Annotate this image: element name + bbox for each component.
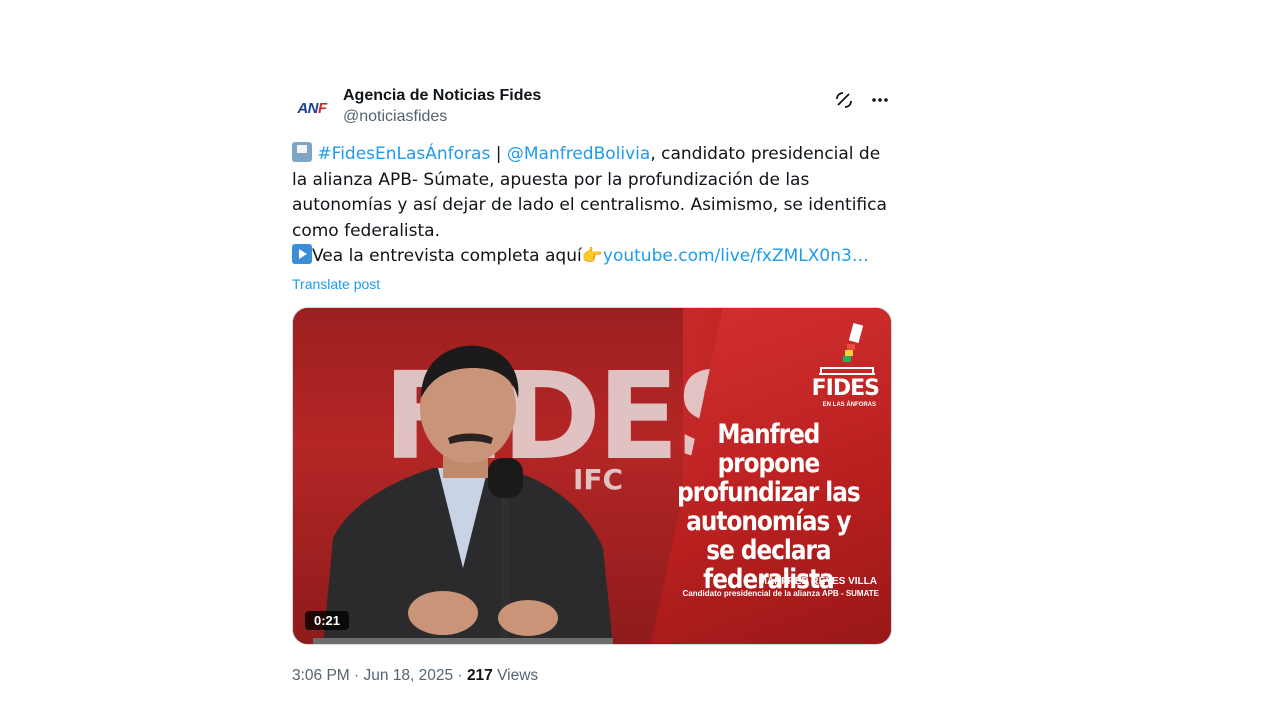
meta-separator: · (349, 666, 364, 684)
tweet: ANF Agencia de Noticias Fides @noticiasf… (292, 84, 892, 685)
post-date[interactable]: Jun 18, 2025 (364, 667, 454, 684)
author-names: Agencia de Noticias Fides @noticiasfides (343, 86, 541, 128)
video-media[interactable]: FIDES IFC FIDES EN LAS ÁNFORAS Manfred p… (292, 306, 892, 645)
post-time[interactable]: 3:06 PM (292, 667, 350, 684)
speaker-figure (313, 345, 613, 644)
mention-link[interactable]: @ManfredBolivia (507, 144, 650, 164)
avatar-logo: ANF (297, 99, 327, 117)
pointing-hand-emoji-icon: 👉 (581, 246, 603, 266)
video-left-scene: FIDES IFC (293, 307, 762, 644)
caption-role: Candidato presidencial de la alianza APB… (682, 588, 879, 598)
handle[interactable]: @noticiasfides (343, 106, 541, 128)
play-button-emoji-icon (292, 244, 312, 264)
header-actions (832, 88, 892, 112)
translate-post-link[interactable]: Translate post (292, 276, 380, 292)
video-headline: Manfred propone profundizar las autonomí… (677, 418, 860, 595)
tweet-header: ANF Agencia de Noticias Fides @noticiasf… (292, 84, 892, 130)
youtube-link[interactable]: youtube.com/live/fxZMLX0n3… (603, 246, 869, 266)
meta-separator: · (453, 666, 467, 684)
interview-text: Vea la entrevista completa aquí (312, 246, 582, 266)
more-icon[interactable] (868, 88, 892, 112)
fides-logo-word: FIDES (811, 375, 880, 401)
separator: | (490, 144, 507, 164)
ballot-box-emoji-icon (292, 142, 312, 162)
display-name[interactable]: Agencia de Noticias Fides (343, 86, 541, 106)
tweet-meta: 3:06 PM · Jun 18, 2025 · 217 Views (292, 667, 892, 685)
tweet-text: #FidesEnLasÁnforas | @ManfredBolivia, ca… (292, 142, 892, 270)
views-count: 217 (466, 666, 493, 684)
avatar[interactable]: ANF (292, 88, 332, 128)
caption-name: MANFRED REYES VILLA (758, 575, 877, 587)
views-label: Views (492, 666, 539, 684)
video-duration-badge: 0:21 (305, 610, 350, 630)
grok-icon[interactable] (832, 88, 856, 112)
fides-logo-subtitle: EN LAS ÁNFORAS (822, 401, 876, 408)
hashtag-link[interactable]: #FidesEnLasÁnforas (317, 144, 490, 164)
